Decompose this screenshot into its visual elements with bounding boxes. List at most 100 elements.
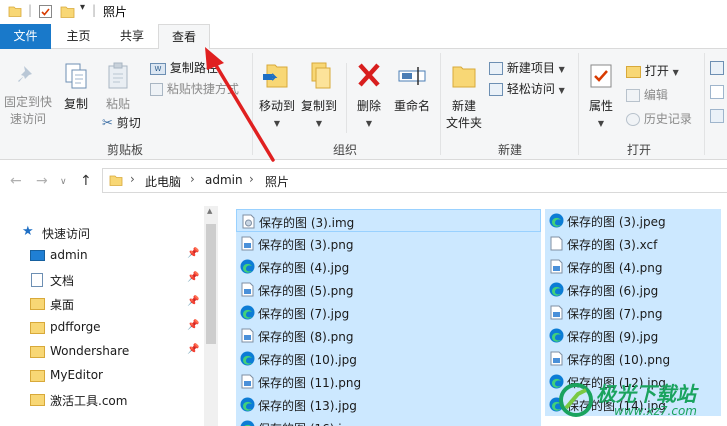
sidebar-item-admin[interactable]: admin 📌 bbox=[0, 244, 204, 268]
copy-icon bbox=[65, 63, 87, 89]
file-item[interactable]: 保存的图 (5).png bbox=[236, 278, 541, 301]
ribbon: 固定到快 速访问 复制 粘贴 W 复制路径 粘贴快捷方式 ✂ 剪切 剪贴板 移动… bbox=[0, 49, 727, 160]
forward-arrow-icon[interactable]: → bbox=[36, 173, 48, 189]
sidebar-item-wondershare[interactable]: Wondershare 📌 bbox=[0, 340, 204, 364]
sidebar-item-desktop[interactable]: 桌面 📌 bbox=[0, 292, 204, 316]
edit-label: 编辑 bbox=[643, 88, 668, 102]
sidebar-item-pdfforge[interactable]: pdfforge 📌 bbox=[0, 316, 204, 340]
file-name: 保存的图 (8).png bbox=[258, 330, 354, 344]
properties-dropdown-icon[interactable]: ▼ bbox=[582, 115, 620, 132]
new-folder-button[interactable]: 新建 文件夹 bbox=[444, 59, 484, 132]
recent-dropdown-icon[interactable]: ∨ bbox=[60, 177, 67, 187]
tab-view[interactable]: 查看 bbox=[158, 24, 210, 50]
sidebar-item-myeditor[interactable]: MyEditor bbox=[0, 364, 204, 388]
sidebar-item-activation-tools[interactable]: 激活工具.com bbox=[0, 388, 204, 412]
copy-path-button[interactable]: W 复制路径 bbox=[150, 60, 218, 76]
file-name: 保存的图 (4).png bbox=[567, 261, 663, 275]
properties-button[interactable]: 属性 ▼ bbox=[582, 59, 620, 132]
star-icon: ★ bbox=[22, 224, 34, 239]
history-button[interactable]: 历史记录 bbox=[626, 111, 692, 127]
new-item-button[interactable]: 新建项目 ▼ bbox=[489, 60, 565, 78]
delete-button[interactable]: 删除 ▼ bbox=[350, 59, 388, 132]
scroll-up-icon[interactable]: ▲ bbox=[207, 207, 212, 215]
folder-icon bbox=[30, 370, 45, 382]
customize-qa-icon[interactable]: ▾ bbox=[80, 2, 85, 13]
pin-icon[interactable]: 📌 bbox=[187, 296, 199, 307]
up-arrow-icon[interactable]: ↑ bbox=[80, 173, 92, 189]
paste-button[interactable]: 粘贴 bbox=[100, 61, 136, 113]
file-item[interactable]: 保存的图 (3).png bbox=[236, 232, 541, 255]
group-clipboard-label: 剪贴板 bbox=[106, 143, 143, 157]
file-item[interactable]: 保存的图 (11).png bbox=[236, 370, 541, 393]
rename-button[interactable]: 重命名 bbox=[390, 59, 434, 115]
pin-icon[interactable]: 📌 bbox=[187, 272, 199, 283]
file-item[interactable]: 保存的图 (10).png bbox=[545, 347, 721, 370]
pin-quick-access-button[interactable]: 固定到快 速访问 bbox=[4, 63, 52, 128]
pin-icon[interactable]: 📌 bbox=[187, 248, 199, 259]
tab-home[interactable]: 主页 bbox=[51, 24, 106, 49]
file-item[interactable]: 保存的图 (4).png bbox=[545, 255, 721, 278]
new-folder-qa-icon[interactable] bbox=[60, 4, 75, 19]
tab-file[interactable]: 文件 bbox=[0, 24, 51, 49]
invert-selection-icon[interactable] bbox=[710, 109, 724, 123]
group-divider bbox=[440, 53, 441, 155]
navigation-scrollbar[interactable]: ▲ bbox=[204, 206, 218, 426]
sidebar-item-quick-access[interactable]: ★ 快速访问 bbox=[0, 221, 204, 245]
sidebar-item-label: admin bbox=[50, 248, 88, 262]
file-item[interactable]: 保存的图 (6).jpg bbox=[545, 278, 721, 301]
pin-icon[interactable]: 📌 bbox=[187, 320, 199, 331]
sidebar-item-documents[interactable]: 文档 📌 bbox=[0, 268, 204, 292]
file-item[interactable]: 保存的图 (3).img bbox=[236, 209, 541, 232]
file-item[interactable]: 保存的图 (9).jpg bbox=[545, 324, 721, 347]
delete-dropdown-icon[interactable]: ▼ bbox=[350, 115, 388, 132]
sidebar-item-label: Wondershare bbox=[50, 344, 130, 358]
breadcrumb-photos[interactable]: 照片 bbox=[265, 173, 289, 190]
navigation-pane: ★ 快速访问 admin 📌 文档 📌 桌面 📌 pdfforge 📌 Wond… bbox=[0, 201, 218, 426]
file-item[interactable]: 保存的图 (16).j... bbox=[236, 416, 541, 426]
move-to-button[interactable]: 移动到 ▼ bbox=[256, 59, 298, 132]
group-open-label: 打开 bbox=[626, 143, 651, 157]
file-item[interactable]: 保存的图 (4).jpg bbox=[236, 255, 541, 278]
move-to-dropdown-icon[interactable]: ▼ bbox=[256, 115, 298, 132]
easy-access-dropdown-icon[interactable]: ▼ bbox=[559, 86, 565, 95]
copy-button[interactable]: 复制 bbox=[58, 61, 94, 113]
open-button[interactable]: 打开 ▼ bbox=[626, 63, 679, 81]
edit-button[interactable]: 编辑 bbox=[626, 87, 668, 103]
open-dropdown-icon[interactable]: ▼ bbox=[673, 68, 679, 77]
pin-label-1: 固定到快 bbox=[4, 95, 53, 109]
easy-access-button[interactable]: 轻松访问 ▼ bbox=[489, 81, 565, 99]
desktop-icon bbox=[30, 250, 45, 261]
tab-share[interactable]: 共享 bbox=[106, 24, 158, 49]
delete-label: 删除 bbox=[356, 99, 381, 113]
file-item[interactable]: 保存的图 (3).jpeg bbox=[545, 209, 721, 232]
group-divider bbox=[252, 53, 253, 155]
select-none-icon[interactable] bbox=[710, 85, 724, 99]
select-all-icon[interactable] bbox=[710, 61, 724, 75]
scrollbar-thumb[interactable] bbox=[206, 224, 216, 344]
navigation-bar: ← → ∨ ↑ › 此电脑 › admin › 照片 bbox=[0, 161, 727, 201]
file-item[interactable]: 保存的图 (3).xcf bbox=[545, 232, 721, 255]
image-file-icon bbox=[241, 328, 254, 343]
breadcrumb-admin[interactable]: admin bbox=[205, 173, 243, 187]
blank-file-icon bbox=[550, 236, 563, 251]
file-item[interactable]: 保存的图 (13).jpg bbox=[236, 393, 541, 416]
paste-shortcut-button[interactable]: 粘贴快捷方式 bbox=[150, 81, 239, 97]
new-item-dropdown-icon[interactable]: ▼ bbox=[559, 65, 565, 74]
copy-to-dropdown-icon[interactable]: ▼ bbox=[298, 115, 340, 132]
easy-access-icon bbox=[489, 83, 503, 96]
properties-qa-icon[interactable] bbox=[38, 4, 53, 19]
cut-button[interactable]: ✂ 剪切 bbox=[102, 115, 141, 132]
group-new-label: 新建 bbox=[497, 143, 522, 157]
breadcrumb-this-pc[interactable]: 此电脑 bbox=[145, 173, 181, 190]
file-item[interactable]: 保存的图 (7).jpg bbox=[236, 301, 541, 324]
pin-icon[interactable]: 📌 bbox=[187, 344, 199, 355]
easy-access-label: 轻松访问 bbox=[506, 82, 555, 96]
file-item[interactable]: 保存的图 (8).png bbox=[236, 324, 541, 347]
history-icon bbox=[626, 113, 640, 126]
file-item[interactable]: 保存的图 (10).jpg bbox=[236, 347, 541, 370]
back-arrow-icon[interactable]: ← bbox=[10, 173, 22, 189]
copy-to-button[interactable]: 复制到 ▼ bbox=[298, 59, 340, 132]
file-item[interactable]: 保存的图 (7).png bbox=[545, 301, 721, 324]
address-bar[interactable]: › 此电脑 › admin › 照片 bbox=[102, 168, 727, 193]
file-name: 保存的图 (3).png bbox=[258, 238, 354, 252]
